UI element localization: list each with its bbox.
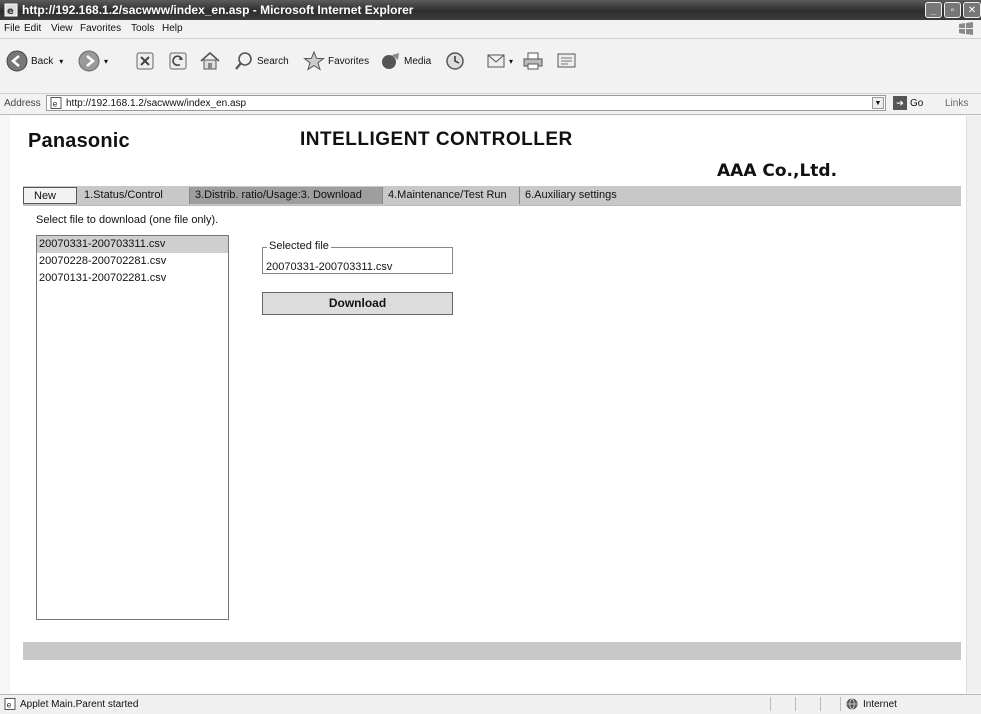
address-url: http://192.168.1.2/sacwww/index_en.asp	[66, 98, 247, 109]
maximize-icon[interactable]: ▫	[944, 2, 961, 18]
mail-button[interactable]: ▾	[486, 49, 513, 73]
favorites-button[interactable]: Favorites	[303, 49, 369, 73]
print-button[interactable]	[522, 49, 544, 73]
status-divider	[820, 697, 821, 711]
forward-dropdown-icon[interactable]: ▾	[104, 57, 108, 66]
close-icon[interactable]: ✕	[963, 2, 981, 18]
ie-page-icon: e	[4, 3, 18, 17]
address-label: Address	[4, 98, 41, 109]
forward-button[interactable]: ▾	[78, 49, 108, 73]
security-zone: Internet	[863, 699, 897, 710]
svg-text:e: e	[53, 100, 58, 109]
bottom-bar	[23, 642, 961, 660]
media-icon	[382, 53, 399, 69]
home-button[interactable]	[199, 49, 221, 73]
search-icon	[235, 52, 252, 70]
forward-arrow-icon	[78, 50, 100, 72]
links-button[interactable]: Links	[945, 98, 968, 109]
status-divider	[770, 697, 771, 711]
refresh-icon	[169, 52, 187, 70]
go-button[interactable]: ➔ Go	[893, 96, 923, 110]
go-arrow-icon: ➔	[893, 96, 907, 110]
tab-distrib-download[interactable]: 3.Distrib. ratio/Usage:3. Download	[189, 187, 382, 204]
star-icon	[303, 51, 325, 71]
mail-icon	[487, 54, 505, 68]
media-button[interactable]: Media	[379, 49, 431, 73]
instruction-text: Select file to download (one file only).	[36, 214, 219, 226]
menu-edit[interactable]: Edit	[24, 23, 41, 34]
search-label: Search	[257, 55, 289, 67]
selected-file-legend: Selected file	[267, 240, 331, 252]
status-bar: e Applet Main.Parent started Internet	[0, 694, 981, 714]
menu-view[interactable]: View	[51, 23, 73, 34]
company-name: AAA Co.,Ltd.	[717, 161, 838, 181]
svg-text:e: e	[7, 6, 14, 17]
svg-text:e: e	[7, 701, 12, 710]
menu-tools[interactable]: Tools	[131, 23, 154, 34]
address-input[interactable]: e http://192.168.1.2/sacwww/index_en.asp…	[46, 95, 886, 111]
title-bar: e http://192.168.1.2/sacwww/index_en.asp…	[0, 0, 981, 20]
ie-page-icon: e	[50, 97, 62, 109]
stop-icon	[136, 52, 154, 70]
page-status-icon: e	[4, 698, 16, 710]
menu-favorites[interactable]: Favorites	[80, 23, 121, 34]
edit-page-icon	[557, 53, 576, 68]
menu-bar: File Edit View Favorites Tools Help	[0, 20, 981, 39]
window-title: http://192.168.1.2/sacwww/index_en.asp -…	[22, 3, 414, 17]
refresh-button[interactable]	[168, 49, 188, 73]
printer-icon	[523, 52, 543, 70]
toolbar: Back ▾ ▾ Search Favorites Media ▾	[0, 39, 981, 94]
status-divider	[795, 697, 796, 711]
selected-file-value: 20070331-200703311.csv	[266, 261, 393, 273]
windows-logo-icon	[959, 22, 973, 35]
menu-help[interactable]: Help	[162, 23, 183, 34]
file-list-item[interactable]: 20070331-200703311.csv	[37, 236, 228, 253]
status-message: Applet Main.Parent started	[20, 699, 139, 710]
back-label: Back	[31, 55, 54, 67]
file-listbox[interactable]: 20070331-200703311.csv 20070228-20070228…	[36, 235, 229, 620]
mail-dropdown-icon[interactable]: ▾	[509, 57, 513, 66]
minimize-icon[interactable]: _	[925, 2, 942, 18]
file-list-item[interactable]: 20070228-200702281.csv	[37, 253, 228, 270]
file-list-item[interactable]: 20070131-200702281.csv	[37, 270, 228, 287]
back-arrow-icon	[6, 50, 28, 72]
tab-maintenance[interactable]: 4.Maintenance/Test Run	[382, 187, 519, 204]
back-button[interactable]: Back ▾	[6, 49, 63, 73]
back-dropdown-icon[interactable]: ▾	[59, 57, 63, 66]
favorites-label: Favorites	[328, 55, 370, 67]
home-icon	[200, 51, 220, 70]
tab-status-control[interactable]: 1.Status/Control	[79, 187, 189, 204]
tab-new[interactable]: New	[23, 187, 77, 204]
address-bar: Address e http://192.168.1.2/sacwww/inde…	[0, 94, 981, 115]
page-title: INTELLIGENT CONTROLLER	[300, 129, 573, 150]
edit-button[interactable]	[556, 49, 578, 73]
media-label: Media	[404, 55, 432, 67]
page-content: Panasonic INTELLIGENT CONTROLLER AAA Co.…	[10, 116, 966, 693]
stop-button[interactable]	[135, 49, 155, 73]
go-label: Go	[910, 97, 924, 109]
history-button[interactable]	[444, 49, 466, 73]
address-dropdown-icon[interactable]: ▼	[872, 97, 884, 109]
menu-file[interactable]: File	[4, 23, 20, 34]
globe-icon	[846, 698, 858, 710]
vertical-scrollbar[interactable]	[966, 116, 981, 693]
status-divider	[840, 697, 841, 711]
history-icon	[446, 52, 464, 70]
nav-tabs: New 1.Status/Control 3.Distrib. ratio/Us…	[23, 186, 961, 206]
search-button[interactable]: Search	[234, 49, 289, 73]
brand-logo: Panasonic	[28, 130, 130, 152]
download-button[interactable]: Download	[262, 292, 453, 315]
tab-auxiliary[interactable]: 6.Auxiliary settings	[519, 187, 629, 204]
